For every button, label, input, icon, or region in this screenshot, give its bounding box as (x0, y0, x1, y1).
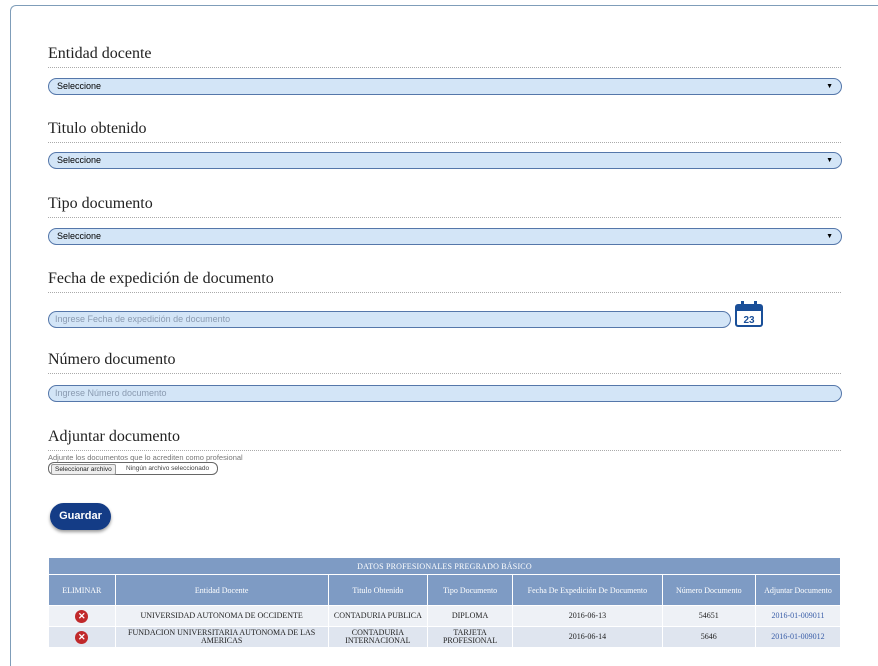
table-row: ✕ FUNDACION UNIVERSITARIA AUTONOMA DE LA… (48, 626, 842, 648)
titulo-cell: CONTADURIA PUBLICA (327, 605, 429, 627)
entidad-docente-value: Seleccione (57, 81, 102, 91)
column-header: Titulo Obtenido (327, 574, 429, 606)
tipo-cell: TARJETA PROFESIONAL (427, 626, 514, 648)
table-title: DATOS PROFESIONALES PREGRADO BÁSICO (48, 557, 841, 575)
calendar-icon[interactable]: 23 (735, 301, 763, 327)
table-row: ✕ UNIVERSIDAD AUTONOMA DE OCCIDENTE CONT… (48, 605, 842, 627)
titulo-obtenido-value: Seleccione (57, 155, 102, 165)
professional-data-table: DATOS PROFESIONALES PREGRADO BÁSICO ELIM… (48, 557, 842, 648)
delete-icon[interactable]: ✕ (75, 630, 89, 644)
divider (48, 373, 841, 374)
numero-cell: 5646 (661, 626, 756, 648)
file-status: Ningún archivo seleccionado (126, 465, 210, 472)
delete-cell: ✕ (48, 626, 116, 648)
column-header: Tipo Documento (427, 574, 514, 606)
column-header: Número Documento (661, 574, 756, 606)
dropdown-arrow-icon: ▼ (826, 233, 833, 240)
divider (48, 142, 841, 143)
numero-documento-label: Número documento (48, 351, 176, 368)
divider (48, 450, 841, 451)
tipo-documento-select[interactable]: Seleccione ▼ (48, 228, 842, 245)
numero-documento-input[interactable]: Ingrese Número documento (48, 385, 842, 402)
column-header: Entidad Docente (114, 574, 329, 606)
titulo-obtenido-label: Titulo obtenido (48, 120, 147, 137)
tipo-cell: DIPLOMA (427, 605, 514, 627)
divider (48, 67, 841, 68)
titulo-obtenido-select[interactable]: Seleccione ▼ (48, 152, 842, 169)
delete-icon[interactable]: ✕ (75, 609, 89, 623)
select-file-button[interactable]: Seleccionar archivo (51, 464, 116, 475)
tipo-documento-label: Tipo documento (48, 195, 153, 212)
fecha-expedicion-label: Fecha de expedición de documento (48, 270, 274, 287)
entidad-cell: UNIVERSIDAD AUTONOMA DE OCCIDENTE (114, 605, 329, 627)
fecha-cell: 2016-06-13 (512, 605, 663, 627)
divider (48, 292, 841, 293)
dropdown-arrow-icon: ▼ (826, 83, 833, 90)
entidad-docente-select[interactable]: Seleccione ▼ (48, 78, 842, 95)
fecha-cell: 2016-06-14 (512, 626, 663, 648)
column-header: ELIMINAR (48, 574, 116, 606)
calendar-day: 23 (743, 315, 755, 326)
numero-cell: 54651 (661, 605, 756, 627)
adjunto-link[interactable]: 2016-01-009011 (754, 605, 842, 627)
entidad-cell: FUNDACION UNIVERSITARIA AUTONOMA DE LAS … (114, 626, 329, 648)
tipo-documento-value: Seleccione (57, 231, 102, 241)
column-header: Fecha De Expedición De Documento (512, 574, 663, 606)
dropdown-arrow-icon: ▼ (826, 157, 833, 164)
fecha-expedicion-input[interactable]: Ingrese Fecha de expedición de documento (48, 311, 731, 328)
adjuntar-hint: Adjunte los documentos que lo acrediten … (48, 453, 243, 462)
column-header: Adjuntar Documento (754, 574, 842, 606)
save-button[interactable]: Guardar (50, 503, 111, 530)
adjunto-link[interactable]: 2016-01-009012 (754, 626, 842, 648)
file-input[interactable]: Seleccionar archivo Ningún archivo selec… (48, 462, 218, 475)
delete-cell: ✕ (48, 605, 116, 627)
adjuntar-documento-label: Adjuntar documento (48, 428, 180, 445)
titulo-cell: CONTADURIA INTERNACIONAL (327, 626, 429, 648)
divider (48, 217, 841, 218)
entidad-docente-label: Entidad docente (48, 45, 152, 62)
